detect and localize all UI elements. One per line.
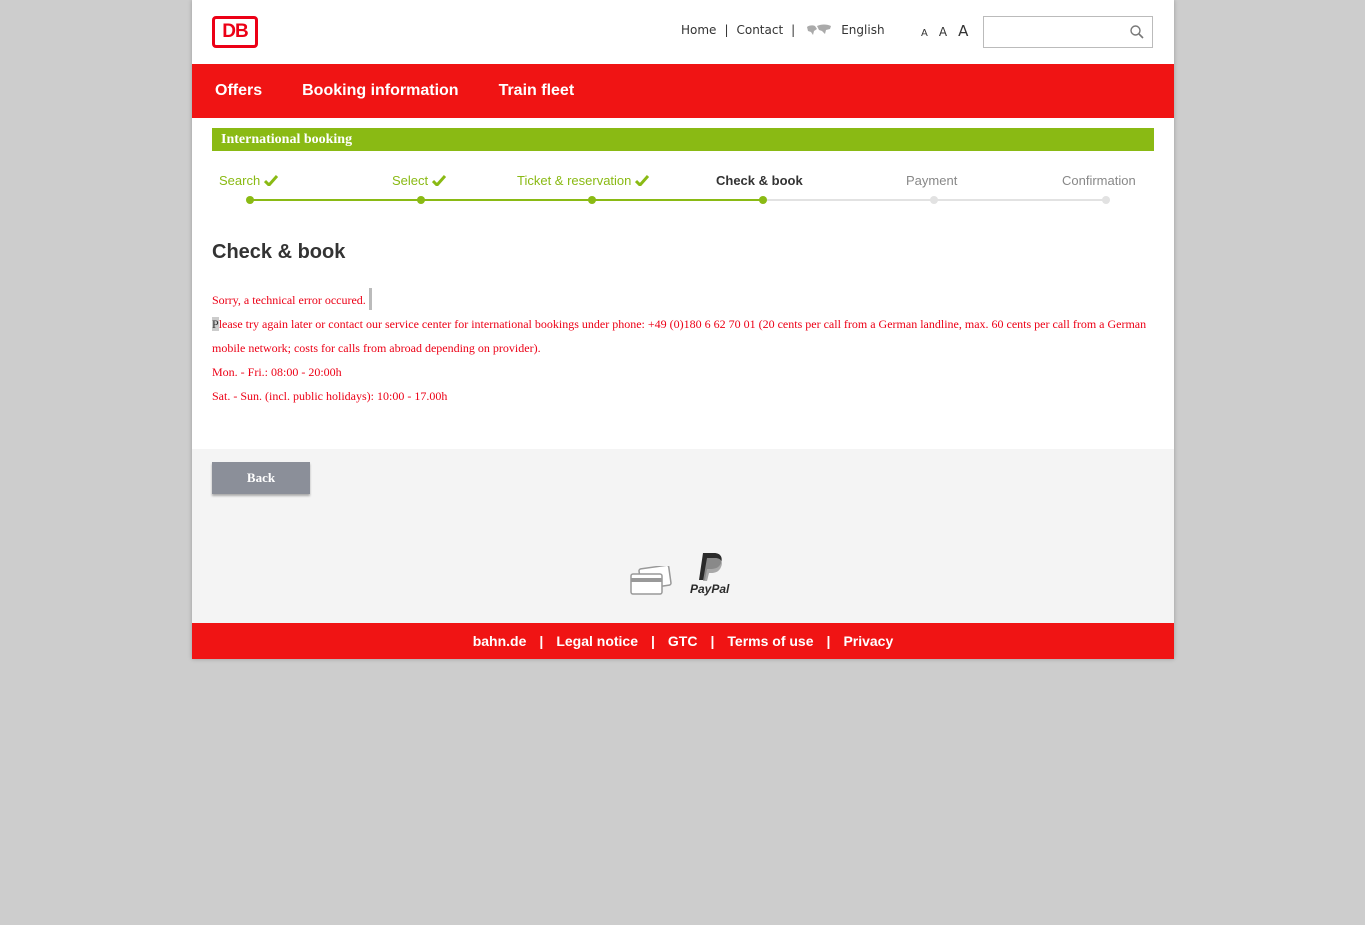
nav-item-booking-information[interactable]: Booking information: [302, 82, 458, 100]
error-text: Sorry, a technical error occured.: [212, 288, 1154, 312]
back-button[interactable]: Back: [212, 462, 310, 494]
footer: bahn.de | Legal notice | GTC | Terms of …: [192, 623, 1174, 659]
step-dot: [930, 196, 938, 204]
footer-link-legal-notice[interactable]: Legal notice: [556, 633, 638, 649]
step-dot: [246, 196, 254, 204]
nav-item-train-fleet[interactable]: Train fleet: [499, 82, 575, 100]
search-input[interactable]: [984, 17, 1124, 47]
checkmark-icon: [635, 175, 650, 186]
checkmark-icon: [264, 175, 279, 186]
contact-link[interactable]: Contact: [736, 23, 783, 37]
font-size-medium-button[interactable]: A: [939, 25, 947, 39]
step-dot: [417, 196, 425, 204]
paypal-label: PayPal: [690, 582, 730, 596]
footer-link-terms-of-use[interactable]: Terms of use: [727, 633, 813, 649]
step-dot: [759, 196, 767, 204]
home-link[interactable]: Home: [681, 23, 716, 37]
step-payment: Payment: [906, 173, 958, 188]
step-confirmation: Confirmation: [1062, 173, 1136, 188]
language-selector[interactable]: English: [841, 23, 884, 37]
error-detail: Please try again later or contact our se…: [212, 317, 1147, 355]
checkmark-icon: [432, 175, 447, 186]
link-separator: |: [724, 23, 729, 37]
step-search: Search: [219, 173, 279, 188]
section-band: International booking: [212, 128, 1154, 151]
font-size-large-button[interactable]: A: [958, 22, 968, 40]
link-separator: |: [791, 23, 796, 37]
footer-separator: |: [539, 633, 544, 649]
top-links: Home | Contact | English: [681, 23, 885, 37]
step-check-book: Check & book: [716, 173, 803, 188]
hours-weekday: Mon. - Fri.: 08:00 - 20:00h: [212, 365, 342, 379]
step-ticket-reservation: Ticket & reservation: [517, 173, 650, 188]
footer-link-bahn[interactable]: bahn.de: [473, 633, 527, 649]
font-size-controls: A A A: [921, 22, 968, 40]
font-size-small-button[interactable]: A: [921, 28, 928, 39]
nav-item-offers[interactable]: Offers: [215, 82, 262, 100]
progress-track-done: [250, 199, 763, 201]
credit-card-icon: [630, 566, 672, 595]
step-dot: [588, 196, 596, 204]
paypal-logo: PayPal: [690, 552, 729, 596]
progress-steps: Search Select Ticket & reservation Check…: [212, 170, 1154, 210]
step-dot: [1102, 196, 1110, 204]
error-message: Sorry, a technical error occured. Please…: [212, 288, 1154, 408]
payment-methods: PayPal: [630, 552, 729, 596]
text-cursor: [368, 288, 372, 310]
search-box: [983, 16, 1153, 48]
paypal-icon: [698, 553, 722, 581]
step-select: Select: [392, 173, 447, 188]
actions-area: Back PayPal: [192, 449, 1174, 623]
page-container: DB Home | Contact | English A A A Offers…: [192, 0, 1174, 659]
footer-link-gtc[interactable]: GTC: [668, 633, 698, 649]
world-map-icon: [807, 24, 832, 35]
page-title: Check & book: [212, 241, 346, 263]
search-icon[interactable]: [1130, 25, 1144, 39]
footer-link-privacy[interactable]: Privacy: [843, 633, 893, 649]
hours-weekend: Sat. - Sun. (incl. public holidays): 10:…: [212, 389, 448, 403]
header: DB Home | Contact | English A A A: [192, 0, 1174, 64]
main-nav: Offers Booking information Train fleet: [192, 64, 1174, 118]
db-logo[interactable]: DB: [212, 16, 258, 48]
footer-separator: |: [710, 633, 715, 649]
footer-separator: |: [826, 633, 831, 649]
footer-separator: |: [651, 633, 655, 649]
